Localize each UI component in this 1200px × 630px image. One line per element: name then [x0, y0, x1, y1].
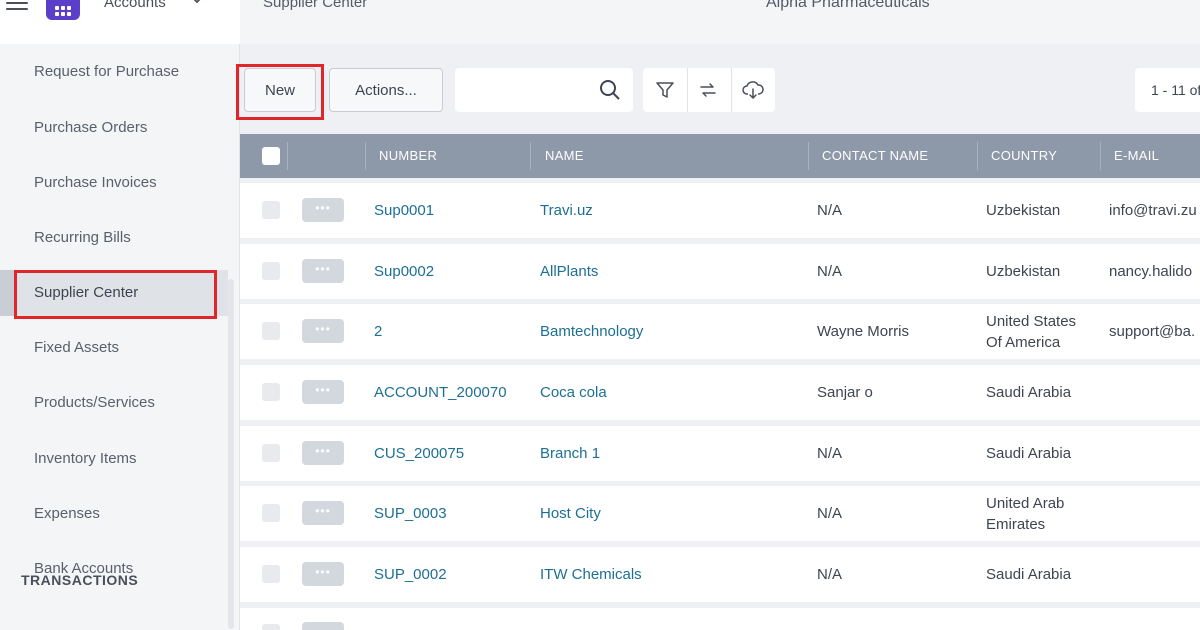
column-header-name[interactable]: NAME: [545, 134, 584, 178]
row-checkbox[interactable]: [262, 383, 280, 401]
row-menu-button[interactable]: •••: [302, 441, 344, 465]
new-button[interactable]: New: [244, 68, 316, 112]
table-row[interactable]: ••• CUS_200075 Branch 1 N/A Saudi Arabia: [240, 426, 1200, 481]
supplier-number-link[interactable]: SUP_0003: [374, 505, 447, 522]
supplier-number-link[interactable]: SUP_0002: [374, 566, 447, 583]
table-header: NUMBER NAME CONTACT NAME COUNTRY E-MAIL: [240, 134, 1200, 178]
row-checkbox[interactable]: [262, 565, 280, 583]
row-menu-button[interactable]: •••: [302, 319, 344, 343]
contact-name: N/A: [817, 566, 843, 583]
country: United States Of America: [986, 313, 1077, 351]
sidebar-item-fixed-assets[interactable]: Fixed Assets: [0, 325, 228, 371]
app-title[interactable]: Accounts: [104, 0, 166, 11]
sidebar-item-supplier-center[interactable]: Supplier Center: [0, 270, 228, 316]
supplier-name-link[interactable]: Branch 1: [540, 445, 600, 462]
row-menu-button[interactable]: •••: [302, 198, 344, 222]
sidebar-item-purchase-invoices[interactable]: Purchase Invoices: [0, 160, 228, 206]
country: Saudi Arabia: [986, 445, 1072, 462]
row-checkbox[interactable]: [262, 322, 280, 340]
supplier-number-link[interactable]: Sup0001: [374, 202, 434, 219]
hamburger-icon[interactable]: [6, 0, 28, 12]
search-box: [455, 68, 633, 112]
row-checkbox[interactable]: [262, 504, 280, 522]
row-menu-button[interactable]: [302, 622, 344, 630]
tool-button-group: [643, 68, 775, 112]
filter-icon[interactable]: [655, 80, 675, 100]
supplier-number-link[interactable]: ACCOUNT_200070: [374, 384, 507, 401]
country: Uzbekistan: [986, 202, 1061, 219]
column-header-email[interactable]: E-MAIL: [1114, 134, 1159, 178]
country: Saudi Arabia: [986, 384, 1072, 401]
row-checkbox[interactable]: [262, 444, 280, 462]
supplier-name-link[interactable]: ITW Chemicals: [540, 566, 642, 583]
supplier-number-link[interactable]: 2: [374, 323, 382, 340]
sidebar-item-expenses[interactable]: Expenses: [0, 491, 228, 537]
sidebar: Request for Purchase Purchase Orders Pur…: [0, 44, 240, 630]
column-header-number[interactable]: NUMBER: [379, 134, 437, 178]
table-row[interactable]: ••• SUP_0002 ITW Chemicals N/A Saudi Ara…: [240, 547, 1200, 602]
sidebar-item-purchase-orders[interactable]: Purchase Orders: [0, 105, 228, 151]
company-name: Alpha Pharmaceuticals: [766, 0, 930, 11]
country: United Arab Emirates: [986, 495, 1065, 533]
sidebar-item-products-services[interactable]: Products/Services: [0, 380, 228, 426]
chevron-down-icon[interactable]: [190, 0, 204, 7]
contact-name: N/A: [817, 202, 843, 219]
row-menu-button[interactable]: •••: [302, 259, 344, 283]
table-row[interactable]: ••• Sup0001 Travi.uz N/A Uzbekistan info…: [240, 183, 1200, 238]
sidebar-item-request-for-purchase[interactable]: Request for Purchase: [0, 49, 228, 95]
supplier-name-link[interactable]: Host City: [540, 505, 601, 522]
select-all-checkbox[interactable]: [262, 147, 280, 165]
row-checkbox[interactable]: [262, 624, 280, 630]
breadcrumb: Supplier Center: [263, 0, 368, 11]
table-row[interactable]: ••• Sup0002 AllPlants N/A Uzbekistan nan…: [240, 244, 1200, 299]
supplier-number-link[interactable]: CUS_200075: [374, 445, 464, 462]
sidebar-scrollbar[interactable]: [228, 279, 234, 629]
row-menu-button[interactable]: •••: [302, 380, 344, 404]
app-grid-logo-icon[interactable]: [46, 0, 80, 20]
contact-name: N/A: [817, 263, 843, 280]
sidebar-section-transactions[interactable]: TRANSACTIONS: [21, 572, 138, 588]
header-app-segment: Accounts: [0, 0, 240, 44]
supplier-number-link[interactable]: Sup0002: [374, 263, 434, 280]
search-input[interactable]: [455, 68, 595, 112]
table-row-partial[interactable]: [240, 608, 1200, 630]
row-checkbox[interactable]: [262, 201, 280, 219]
sidebar-item-recurring-bills[interactable]: Recurring Bills: [0, 215, 228, 261]
country: Saudi Arabia: [986, 566, 1072, 583]
sidebar-item-inventory-items[interactable]: Inventory Items: [0, 436, 228, 482]
search-icon[interactable]: [599, 79, 621, 101]
contact-name: Sanjar o: [817, 384, 873, 401]
column-header-country[interactable]: COUNTRY: [991, 134, 1057, 178]
column-header-contact-name[interactable]: CONTACT NAME: [822, 134, 928, 178]
table-row[interactable]: ••• SUP_0003 Host City N/A United Arab E…: [240, 486, 1200, 541]
email: support@ba.: [1109, 323, 1196, 340]
contact-name: N/A: [817, 505, 843, 522]
contact-name: N/A: [817, 445, 843, 462]
cloud-download-icon[interactable]: [742, 79, 764, 101]
country: Uzbekistan: [986, 263, 1061, 280]
supplier-name-link[interactable]: Travi.uz: [540, 202, 593, 219]
table-row[interactable]: ••• 2 Bamtechnology Wayne Morris United …: [240, 304, 1200, 359]
table-row[interactable]: ••• ACCOUNT_200070 Coca cola Sanjar o Sa…: [240, 365, 1200, 420]
actions-button[interactable]: Actions...: [329, 68, 443, 112]
contact-name: Wayne Morris: [817, 323, 909, 340]
swap-arrows-icon[interactable]: [698, 80, 718, 100]
email: info@travi.zu: [1109, 202, 1197, 219]
pager-summary: 1 - 11 of: [1135, 68, 1200, 112]
supplier-name-link[interactable]: Coca cola: [540, 384, 607, 401]
email: nancy.halido: [1109, 263, 1193, 280]
row-menu-button[interactable]: •••: [302, 501, 344, 525]
row-menu-button[interactable]: •••: [302, 562, 344, 586]
supplier-name-link[interactable]: Bamtechnology: [540, 323, 643, 340]
row-checkbox[interactable]: [262, 262, 280, 280]
top-header: Accounts Supplier Center Alpha Pharmaceu…: [0, 0, 1200, 44]
supplier-name-link[interactable]: AllPlants: [540, 263, 598, 280]
